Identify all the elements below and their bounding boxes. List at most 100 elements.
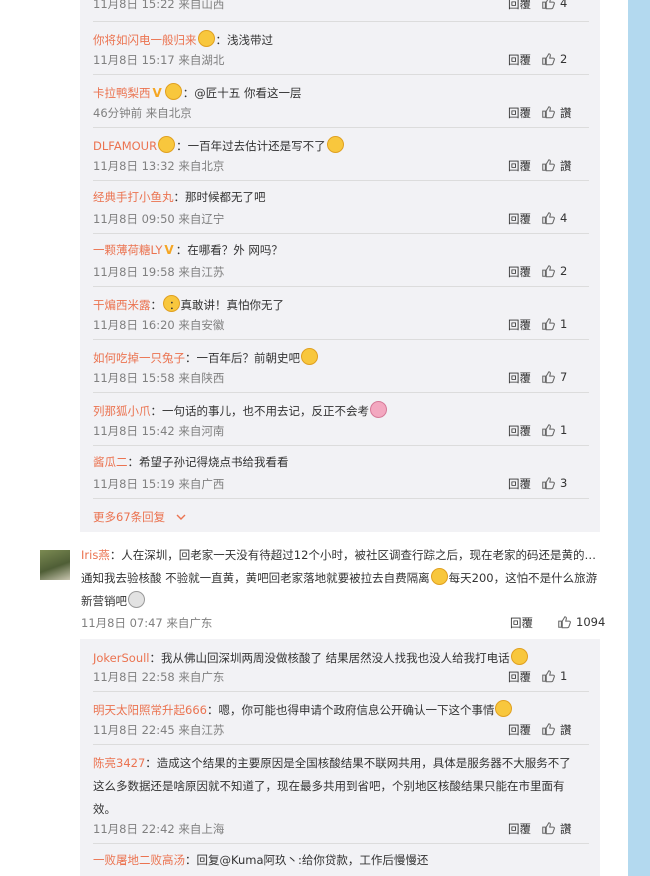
comment-text: ：回复@Kuma阿玖丶:给你贷款，工作后慢慢还 — [185, 853, 429, 867]
comment-time: 11月8日 15:17 来自湖北 — [93, 53, 225, 67]
like-count: 4 — [560, 211, 568, 225]
like-count: 1 — [560, 423, 568, 437]
reply-button[interactable]: 回覆 — [508, 158, 531, 174]
divider — [93, 180, 589, 181]
sub-comment: 干煸西米露： ：真敢讲！真怕你无了 — [93, 295, 593, 313]
comment-username[interactable]: 一颗薄荷糖LY — [93, 243, 162, 257]
like-count: 4 — [560, 0, 568, 10]
comment-meta: 11月8日 07:47 来自广东 回覆 1094 — [81, 615, 605, 631]
sub-comment: 陈亮3427：造成这个结果的主要原因是全国核酸结果不联网共用，具体是服务器不大服… — [93, 752, 593, 821]
reply-button[interactable]: 回覆 — [508, 370, 531, 386]
comment-text: ：那时候都无了吧 — [173, 190, 266, 204]
like-count: 3 — [560, 476, 568, 490]
comment-time: 11月8日 07:47 来自广东 — [81, 616, 213, 630]
comment-time: 11月8日 22:42 来自上海 — [93, 822, 225, 836]
like-count: 1094 — [576, 615, 606, 629]
divider — [93, 21, 589, 22]
emoji-icon — [197, 30, 215, 47]
comment-meta: 11月8日 19:58 来自江苏 回覆 2 — [93, 264, 593, 280]
sub-comment: 卡拉鸭梨西 V ：@匠十五 你看这一层 — [93, 83, 593, 101]
divider — [93, 392, 589, 393]
comment-meta: 11月8日 15:42 来自河南 回覆 1 — [93, 423, 593, 439]
emoji-icon — [510, 648, 528, 665]
comment-text: ：@匠十五 你看这一层 — [182, 86, 302, 100]
comment-username[interactable]: DLFAMOUR — [93, 139, 157, 153]
sub-comment: 如何吃掉一只兔子：一百年后？前朝史吧 — [93, 348, 593, 366]
divider — [93, 233, 589, 234]
reply-button[interactable]: 回覆 — [508, 423, 531, 439]
divider — [93, 498, 589, 499]
like-count: 讚 — [560, 723, 572, 737]
reply-button[interactable]: 回覆 — [508, 476, 531, 492]
comment-time: 11月8日 15:22 来自山西 — [93, 0, 225, 11]
comment-meta: 11月8日 22:42 来自上海 回覆 讚 — [93, 821, 593, 837]
sub-comment: DLFAMOUR ：一百年过去估计还是写不了 — [93, 136, 593, 154]
comment-username[interactable]: 你将如闪电一般归来 — [93, 33, 197, 47]
divider — [93, 74, 589, 75]
divider — [93, 127, 589, 128]
sub-comment: 经典手打小鱼丸：那时候都无了吧 — [93, 189, 593, 205]
comment-username[interactable]: 明天太阳照常升起666 — [93, 703, 207, 717]
divider — [93, 744, 589, 745]
divider — [93, 286, 589, 287]
like-count: 1 — [560, 669, 568, 683]
comment-username[interactable]: 干煸西米露 — [93, 298, 151, 312]
avatar[interactable] — [40, 550, 70, 580]
sub-comment: 列那狐小爪：一句话的事儿，也不用去记，反正不会考 — [93, 401, 593, 419]
emoji-icon — [495, 700, 513, 717]
thumbs-up-icon — [542, 424, 555, 437]
comment-text: ：嗯，你可能也得申请个政府信息公开确认一下这个事情 — [206, 703, 495, 717]
comment-text-line: ：造成这个结果的主要原因是全国核酸结果不联网共用，具体是服务器不大服务不了 — [145, 756, 571, 770]
comment-meta: 46分钟前 来自北京 回覆 讚 — [93, 105, 593, 121]
verified-badge-icon: V — [152, 86, 162, 100]
comment-username[interactable]: 陈亮3427 — [93, 756, 145, 770]
comment-username[interactable]: JokerSoull — [93, 651, 150, 665]
verified-badge-icon: V — [164, 243, 174, 257]
reply-button[interactable]: 回覆 — [508, 264, 531, 280]
comment-username[interactable]: 酱瓜二 — [93, 455, 128, 469]
emoji-icon — [430, 568, 448, 585]
comment-meta: 11月8日 22:45 来自江苏 回覆 讚 — [93, 722, 593, 738]
more-replies-link[interactable]: 更多67条回复 — [93, 509, 187, 525]
reply-button[interactable]: 回覆 — [508, 105, 531, 121]
reply-button[interactable]: 回覆 — [508, 52, 531, 68]
comment-time: 11月8日 19:58 来自江苏 — [93, 265, 225, 279]
emoji-icon — [370, 401, 387, 418]
comment-time: 11月8日 15:42 来自河南 — [93, 424, 225, 438]
divider — [93, 691, 589, 692]
comment-time: 46分钟前 来自北京 — [93, 106, 192, 120]
reply-button[interactable]: 回覆 — [508, 211, 531, 227]
comment-time: 11月8日 16:20 来自安徽 — [93, 318, 225, 332]
comment-username[interactable]: 卡拉鸭梨西 — [93, 86, 151, 100]
comment-username[interactable]: 一败屠地二败高汤 — [93, 853, 185, 867]
like-count: 讚 — [560, 106, 572, 120]
comment-username[interactable]: 经典手打小鱼丸 — [93, 190, 174, 204]
thumbs-up-icon — [542, 106, 555, 119]
sub-comment: JokerSoull：我从佛山回深圳两周没做核酸了 结果居然没人找我也没人给我打… — [93, 648, 593, 666]
comment-username[interactable]: 如何吃掉一只兔子 — [93, 351, 185, 365]
comment-username[interactable]: 列那狐小爪 — [93, 404, 151, 418]
reply-button[interactable]: 回覆 — [508, 0, 531, 12]
like-count: 2 — [560, 264, 568, 278]
sub-comment: 一败屠地二败高汤：回复@Kuma阿玖丶:给你贷款，工作后慢慢还 — [93, 852, 593, 868]
thumbs-up-icon — [558, 616, 571, 629]
thumbs-up-icon — [542, 723, 555, 736]
divider — [93, 339, 589, 340]
reply-button[interactable]: 回覆 — [508, 317, 531, 333]
comment-text-line: 这么多数据还是啥原因就不知道了，现在最多共用到省吧，个别地区核酸结果只能在市里面… — [93, 779, 565, 793]
like-count: 讚 — [560, 159, 572, 173]
reply-button[interactable]: 回覆 — [508, 821, 531, 837]
comment-meta: 11月8日 15:19 来自广西 回覆 3 — [93, 476, 593, 492]
comment-text: ：希望子孙记得烧点书给我看看 — [127, 455, 289, 469]
comment-time: 11月8日 22:58 来自广东 — [93, 670, 225, 684]
comment-text: ：浅浅带过 — [215, 33, 274, 47]
weibo-comment-card: 11月8日 15:22 来自山西 回覆 4 你将如闪电一般归来 ：浅浅带过 11月… — [0, 0, 628, 876]
reply-button[interactable]: 回覆 — [508, 722, 531, 738]
reply-button[interactable]: 回覆 — [510, 615, 533, 631]
comment-text: ：一百年过去估计还是写不了 — [176, 139, 326, 153]
thumbs-up-icon — [542, 477, 555, 490]
comment-username[interactable]: Iris燕 — [81, 548, 110, 562]
reply-button[interactable]: 回覆 — [508, 669, 531, 685]
comment-meta: 11月8日 15:22 来自山西 回覆 4 — [93, 0, 593, 12]
emoji-icon — [326, 136, 344, 153]
